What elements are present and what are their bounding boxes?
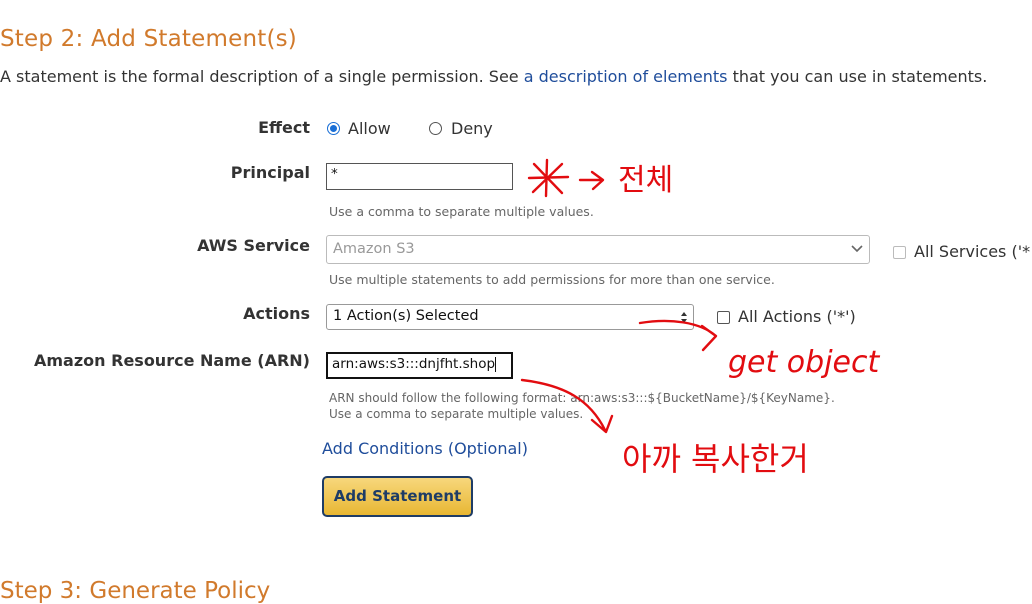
principal-arrow	[578, 170, 605, 191]
arn-note: 아까 복사한거	[622, 440, 809, 478]
actions-arrow	[638, 319, 718, 352]
arn-arrow	[520, 378, 614, 434]
asterisk-mark	[527, 158, 570, 198]
handwritten-annotations: 전체 get object 아까 복사한거	[520, 158, 880, 478]
actions-note: get object	[728, 345, 880, 380]
principal-note: 전체	[618, 163, 673, 198]
